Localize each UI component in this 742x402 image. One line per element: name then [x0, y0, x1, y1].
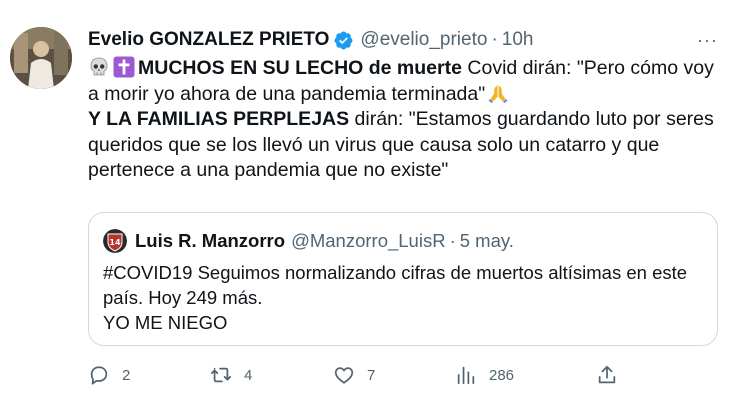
reply-button[interactable]: 2 — [88, 364, 130, 386]
latin-cross-emoji — [113, 56, 135, 78]
tweet-header: Evelio GONZALEZ PRIETO @evelio_prieto · … — [88, 27, 533, 53]
more-options-icon[interactable]: ··· — [697, 30, 718, 51]
retweet-count: 4 — [244, 366, 253, 384]
quoted-tweet-text: #COVID19 Seguimos normalizando cifras de… — [103, 260, 703, 335]
views-icon — [457, 366, 475, 385]
author-avatar[interactable] — [10, 27, 72, 89]
views-count: 286 — [489, 366, 515, 384]
tweet-text-bold-1: MUCHOS EN SU LECHO de muerte — [138, 57, 462, 79]
skull-emoji — [90, 57, 108, 76]
quoted-text-line-1: #COVID19 Seguimos normalizando cifras de… — [103, 262, 688, 308]
quoted-author-handle[interactable]: @Manzorro_LuisR — [291, 230, 446, 252]
like-count: 7 — [367, 366, 376, 384]
quoted-avatar-badge: 14 — [109, 238, 121, 247]
share-icon — [598, 365, 616, 384]
tweet-actions: 2 4 7 286 — [88, 364, 728, 390]
author-name[interactable]: Evelio GONZALEZ PRIETO — [88, 29, 329, 51]
tweet-timestamp[interactable]: 10h — [502, 29, 534, 51]
tweet-text-bold-2: Y LA FAMILIAS PERPLEJAS — [88, 108, 350, 130]
quoted-tweet-header: 14 Luis R. Manzorro @Manzorro_LuisR · 5 … — [103, 229, 514, 253]
quoted-tweet[interactable]: 14 Luis R. Manzorro @Manzorro_LuisR · 5 … — [88, 212, 718, 346]
retweet-button[interactable]: 4 — [210, 364, 252, 386]
author-handle[interactable]: @evelio_prieto — [360, 29, 487, 51]
tweet[interactable]: Evelio GONZALEZ PRIETO @evelio_prieto · … — [0, 0, 742, 402]
retweet-icon — [210, 367, 232, 383]
quoted-header-separator: · — [449, 230, 456, 251]
like-icon — [334, 367, 354, 384]
folded-hands-emoji — [488, 84, 508, 103]
quoted-author-name[interactable]: Luis R. Manzorro — [135, 230, 285, 252]
reply-icon — [90, 366, 108, 385]
header-separator: · — [491, 29, 498, 50]
quoted-tweet-timestamp[interactable]: 5 may. — [460, 230, 514, 252]
like-button[interactable]: 7 — [333, 364, 375, 386]
quoted-author-avatar[interactable]: 14 — [103, 229, 127, 253]
quoted-text-line-2: YO ME NIEGO — [103, 312, 228, 333]
reply-count: 2 — [122, 366, 131, 384]
share-button[interactable] — [596, 364, 630, 386]
views-button[interactable]: 286 — [455, 364, 514, 386]
tweet-text: MUCHOS EN SU LECHO de muerte Covid dirán… — [88, 56, 728, 184]
verified-badge-icon — [334, 31, 353, 49]
